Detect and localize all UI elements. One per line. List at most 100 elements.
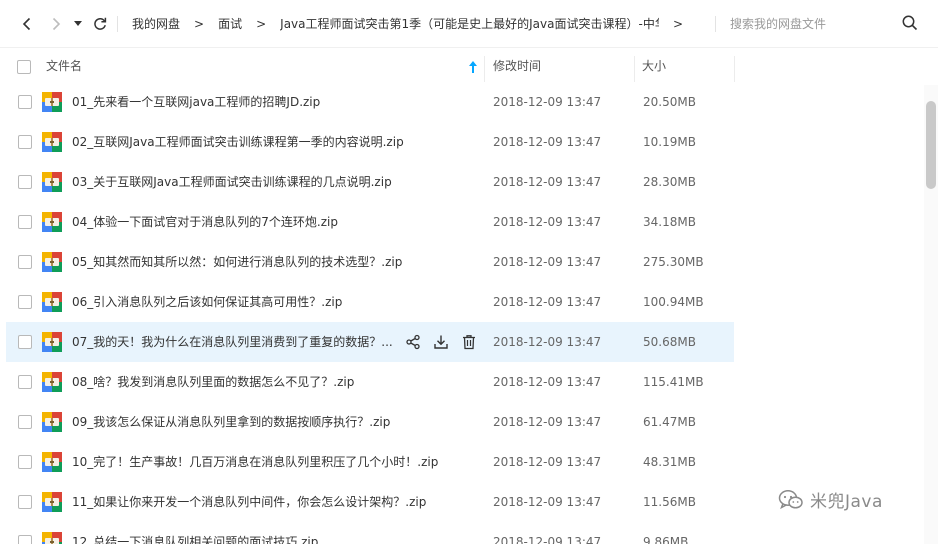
file-size: 34.18MB <box>643 215 696 229</box>
file-row[interactable]: 12_总结一下消息队列相关问题的面试技巧.zip 2018-12-09 13:47… <box>0 522 924 544</box>
column-divider <box>634 56 635 82</box>
chevron-left-icon <box>22 17 31 31</box>
zip-archive-icon <box>42 172 62 192</box>
column-divider <box>734 56 735 82</box>
trash-icon <box>463 335 475 350</box>
file-name[interactable]: 11_如果让你来开发一个消息队列中间件，你会怎么设计架构？.zip <box>72 482 426 522</box>
file-name[interactable]: 01_先来看一个互联网java工程师的招聘JD.zip <box>72 82 320 122</box>
file-row[interactable]: 07_我的天！我为什么在消息队列里消费到了重复的数据？.... 2018-12-0… <box>0 322 924 362</box>
row-checkbox[interactable] <box>18 415 32 429</box>
row-checkbox[interactable] <box>18 375 32 389</box>
download-icon <box>434 335 448 349</box>
file-modified-time: 2018-12-09 13:47 <box>493 215 602 229</box>
file-size: 50.68MB <box>643 335 696 349</box>
column-header: 文件名 修改时间 大小 <box>0 47 938 85</box>
zip-archive-icon <box>42 212 62 232</box>
zip-archive-icon <box>42 492 62 512</box>
history-dropdown-button[interactable] <box>68 12 88 36</box>
zip-archive-icon <box>42 332 62 352</box>
row-checkbox[interactable] <box>18 535 32 544</box>
file-modified-time: 2018-12-09 13:47 <box>493 175 602 189</box>
wechat-icon <box>778 489 803 509</box>
refresh-button[interactable] <box>88 12 112 36</box>
chevron-right-icon <box>52 17 61 31</box>
file-modified-time: 2018-12-09 13:47 <box>493 255 602 269</box>
back-button[interactable] <box>15 12 39 36</box>
file-name[interactable]: 05_知其然而知其所以然：如何进行消息队列的技术选型？.zip <box>72 242 402 282</box>
zip-archive-icon <box>42 412 62 432</box>
file-row[interactable]: 05_知其然而知其所以然：如何进行消息队列的技术选型？.zip 2018-12-0… <box>0 242 924 282</box>
row-checkbox[interactable] <box>18 175 32 189</box>
share-icon <box>406 334 420 350</box>
breadcrumb-item-interview[interactable]: 面试 <box>218 15 242 32</box>
row-checkbox[interactable] <box>18 295 32 309</box>
nav-divider <box>117 16 118 32</box>
file-modified-time: 2018-12-09 13:47 <box>493 375 602 389</box>
zip-archive-icon <box>42 132 62 152</box>
file-row[interactable]: 03_关于互联网Java工程师面试突击训练课程的几点说明.zip 2018-12-… <box>0 162 924 202</box>
row-checkbox[interactable] <box>18 215 32 229</box>
file-name[interactable]: 08_啥？我发到消息队列里面的数据怎么不见了？.zip <box>72 362 354 402</box>
row-checkbox[interactable] <box>18 255 32 269</box>
file-name[interactable]: 12_总结一下消息队列相关问题的面试技巧.zip <box>72 522 318 544</box>
file-size: 11.56MB <box>643 495 696 509</box>
vertical-scrollbar[interactable] <box>924 85 938 544</box>
forward-button[interactable] <box>44 12 68 36</box>
file-name[interactable]: 03_关于互联网Java工程师面试突击训练课程的几点说明.zip <box>72 162 392 202</box>
file-row[interactable]: 01_先来看一个互联网java工程师的招聘JD.zip 2018-12-09 13… <box>0 82 924 122</box>
file-row[interactable]: 06_引入消息队列之后该如何保证其高可用性？.zip 2018-12-09 13:… <box>0 282 924 322</box>
select-all-checkbox[interactable] <box>17 60 31 74</box>
column-modified-header[interactable]: 修改时间 <box>493 48 541 85</box>
zip-archive-icon <box>42 292 62 312</box>
navigation-bar: 我的网盘 > 面试 > Java工程师面试突击第1季（可能是史上最好的Java面… <box>0 0 938 47</box>
file-row[interactable]: 08_啥？我发到消息队列里面的数据怎么不见了？.zip 2018-12-09 13… <box>0 362 924 402</box>
file-size: 9.86MB <box>643 535 689 544</box>
row-checkbox[interactable] <box>18 95 32 109</box>
row-checkbox[interactable] <box>18 495 32 509</box>
row-checkbox[interactable] <box>18 135 32 149</box>
zip-archive-icon <box>42 92 62 112</box>
breadcrumb-item-current[interactable]: Java工程师面试突击第1季（可能是史上最好的Java面试突击课程）-中华... <box>280 15 659 32</box>
file-modified-time: 2018-12-09 13:47 <box>493 455 602 469</box>
file-name[interactable]: 09_我该怎么保证从消息队列里拿到的数据按顺序执行？.zip <box>72 402 390 442</box>
file-name[interactable]: 06_引入消息队列之后该如何保证其高可用性？.zip <box>72 282 342 322</box>
column-name-header[interactable]: 文件名 <box>46 48 484 85</box>
share-button[interactable] <box>403 332 423 352</box>
file-modified-time: 2018-12-09 13:47 <box>493 295 602 309</box>
breadcrumb-separator: > <box>194 16 205 31</box>
file-name[interactable]: 02_互联网Java工程师面试突击训练课程第一季的内容说明.zip <box>72 122 404 162</box>
download-button[interactable] <box>431 332 451 352</box>
file-modified-time: 2018-12-09 13:47 <box>493 135 602 149</box>
file-name[interactable]: 04_体验一下面试官对于消息队列的7个连环炮.zip <box>72 202 338 242</box>
zip-archive-icon <box>42 252 62 272</box>
row-checkbox[interactable] <box>18 455 32 469</box>
file-name[interactable]: 07_我的天！我为什么在消息队列里消费到了重复的数据？.... <box>72 322 394 362</box>
scrollbar-thumb[interactable] <box>926 101 936 189</box>
file-list: 01_先来看一个互联网java工程师的招聘JD.zip 2018-12-09 13… <box>0 82 924 544</box>
file-size: 48.31MB <box>643 455 696 469</box>
file-row[interactable]: 02_互联网Java工程师面试突击训练课程第一季的内容说明.zip 2018-12… <box>0 122 924 162</box>
file-row[interactable]: 10_完了！生产事故！几百万消息在消息队列里积压了几个小时！.zip 2018-1… <box>0 442 924 482</box>
file-modified-time: 2018-12-09 13:47 <box>493 535 602 544</box>
file-name[interactable]: 10_完了！生产事故！几百万消息在消息队列里积压了几个小时！.zip <box>72 442 438 482</box>
delete-button[interactable] <box>459 332 479 352</box>
file-size: 115.41MB <box>643 375 704 389</box>
search-input[interactable] <box>730 13 900 35</box>
caret-down-icon <box>74 21 82 26</box>
breadcrumb-separator: > <box>256 16 267 31</box>
file-modified-time: 2018-12-09 13:47 <box>493 95 602 109</box>
column-size-header[interactable]: 大小 <box>642 48 666 85</box>
sort-ascending-icon[interactable] <box>467 60 479 74</box>
zip-archive-icon <box>42 452 62 472</box>
file-size: 275.30MB <box>643 255 704 269</box>
row-checkbox[interactable] <box>18 335 32 349</box>
file-row[interactable]: 04_体验一下面试官对于消息队列的7个连环炮.zip 2018-12-09 13:… <box>0 202 924 242</box>
refresh-icon <box>94 17 107 30</box>
file-row[interactable]: 09_我该怎么保证从消息队列里拿到的数据按顺序执行？.zip 2018-12-09… <box>0 402 924 442</box>
zip-archive-icon <box>42 532 62 544</box>
watermark-text: 米兜Java <box>810 492 883 512</box>
search-icon[interactable] <box>900 13 920 33</box>
file-modified-time: 2018-12-09 13:47 <box>493 415 602 429</box>
breadcrumb-item-root[interactable]: 我的网盘 <box>132 15 180 32</box>
file-size: 61.47MB <box>643 415 696 429</box>
